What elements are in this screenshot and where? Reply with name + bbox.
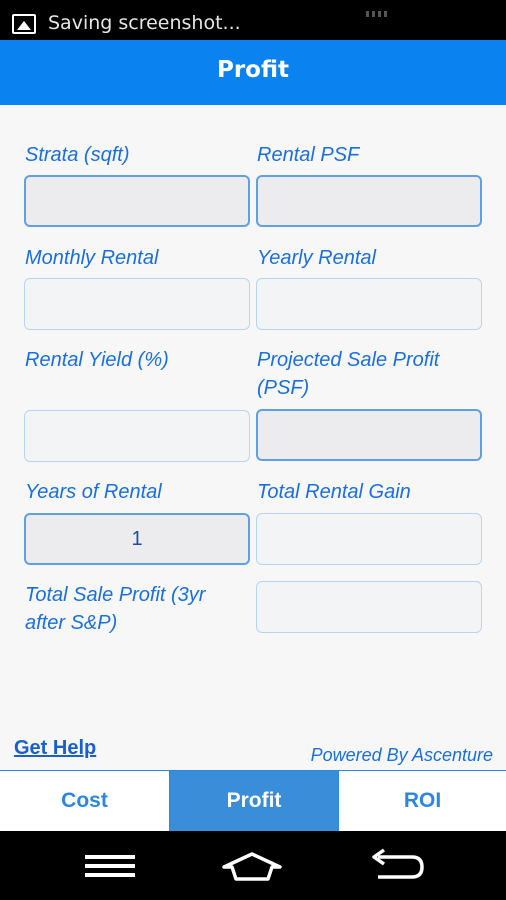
- system-status-icons: [366, 2, 446, 17]
- tab-cost[interactable]: Cost: [0, 771, 169, 831]
- status-bar: Saving screenshot...: [0, 0, 506, 40]
- years-of-rental-label: Years of Rental: [25, 481, 162, 503]
- projected-sale-profit-field[interactable]: [256, 409, 482, 461]
- system-nav-bar: [0, 831, 506, 900]
- yearly-rental-field[interactable]: [256, 278, 482, 330]
- tab-roi[interactable]: ROI: [339, 771, 506, 831]
- tab-profit[interactable]: Profit: [170, 771, 338, 831]
- years-of-rental-field[interactable]: [24, 513, 250, 565]
- strata-field[interactable]: [24, 175, 250, 227]
- rental-psf-input[interactable]: [258, 177, 480, 225]
- total-sale-profit-input[interactable]: [257, 582, 481, 632]
- total-rental-gain-label: Total Rental Gain: [257, 481, 411, 503]
- home-icon[interactable]: [212, 841, 292, 889]
- projected-sale-profit-input[interactable]: [258, 411, 480, 459]
- rental-psf-field[interactable]: [256, 175, 482, 227]
- monthly-rental-label: Monthly Rental: [25, 247, 159, 269]
- rental-yield-field[interactable]: [24, 410, 250, 462]
- image-notification-icon: [12, 14, 36, 34]
- yearly-rental-label: Yearly Rental: [257, 247, 376, 269]
- menu-icon[interactable]: [70, 841, 150, 889]
- projected-sale-profit-label: Projected Sale Profit (PSF): [257, 349, 440, 399]
- page-title: Profit: [216, 57, 290, 83]
- title-bar: Profit: [0, 40, 506, 105]
- get-help-link[interactable]: Get Help: [14, 737, 96, 760]
- total-sale-profit-field[interactable]: [256, 581, 482, 633]
- total-rental-gain-input[interactable]: [257, 514, 481, 564]
- monthly-rental-input[interactable]: [25, 279, 249, 329]
- powered-by-text: Powered By Ascenture: [310, 745, 493, 765]
- rental-yield-input[interactable]: [25, 411, 249, 461]
- total-sale-profit-label: Total Sale Profit (3yr after S&P): [25, 584, 206, 634]
- rental-psf-label: Rental PSF: [257, 144, 360, 166]
- rental-yield-label: Rental Yield (%): [25, 349, 169, 371]
- years-of-rental-input[interactable]: [26, 515, 248, 563]
- strata-input[interactable]: [26, 177, 248, 225]
- yearly-rental-input[interactable]: [257, 279, 481, 329]
- monthly-rental-field[interactable]: [24, 278, 250, 330]
- status-notification-text: Saving screenshot...: [48, 12, 241, 34]
- total-rental-gain-field[interactable]: [256, 513, 482, 565]
- tab-bar: Cost Profit ROI: [0, 770, 506, 831]
- strata-label: Strata (sqft): [25, 144, 130, 166]
- back-icon[interactable]: [356, 841, 436, 889]
